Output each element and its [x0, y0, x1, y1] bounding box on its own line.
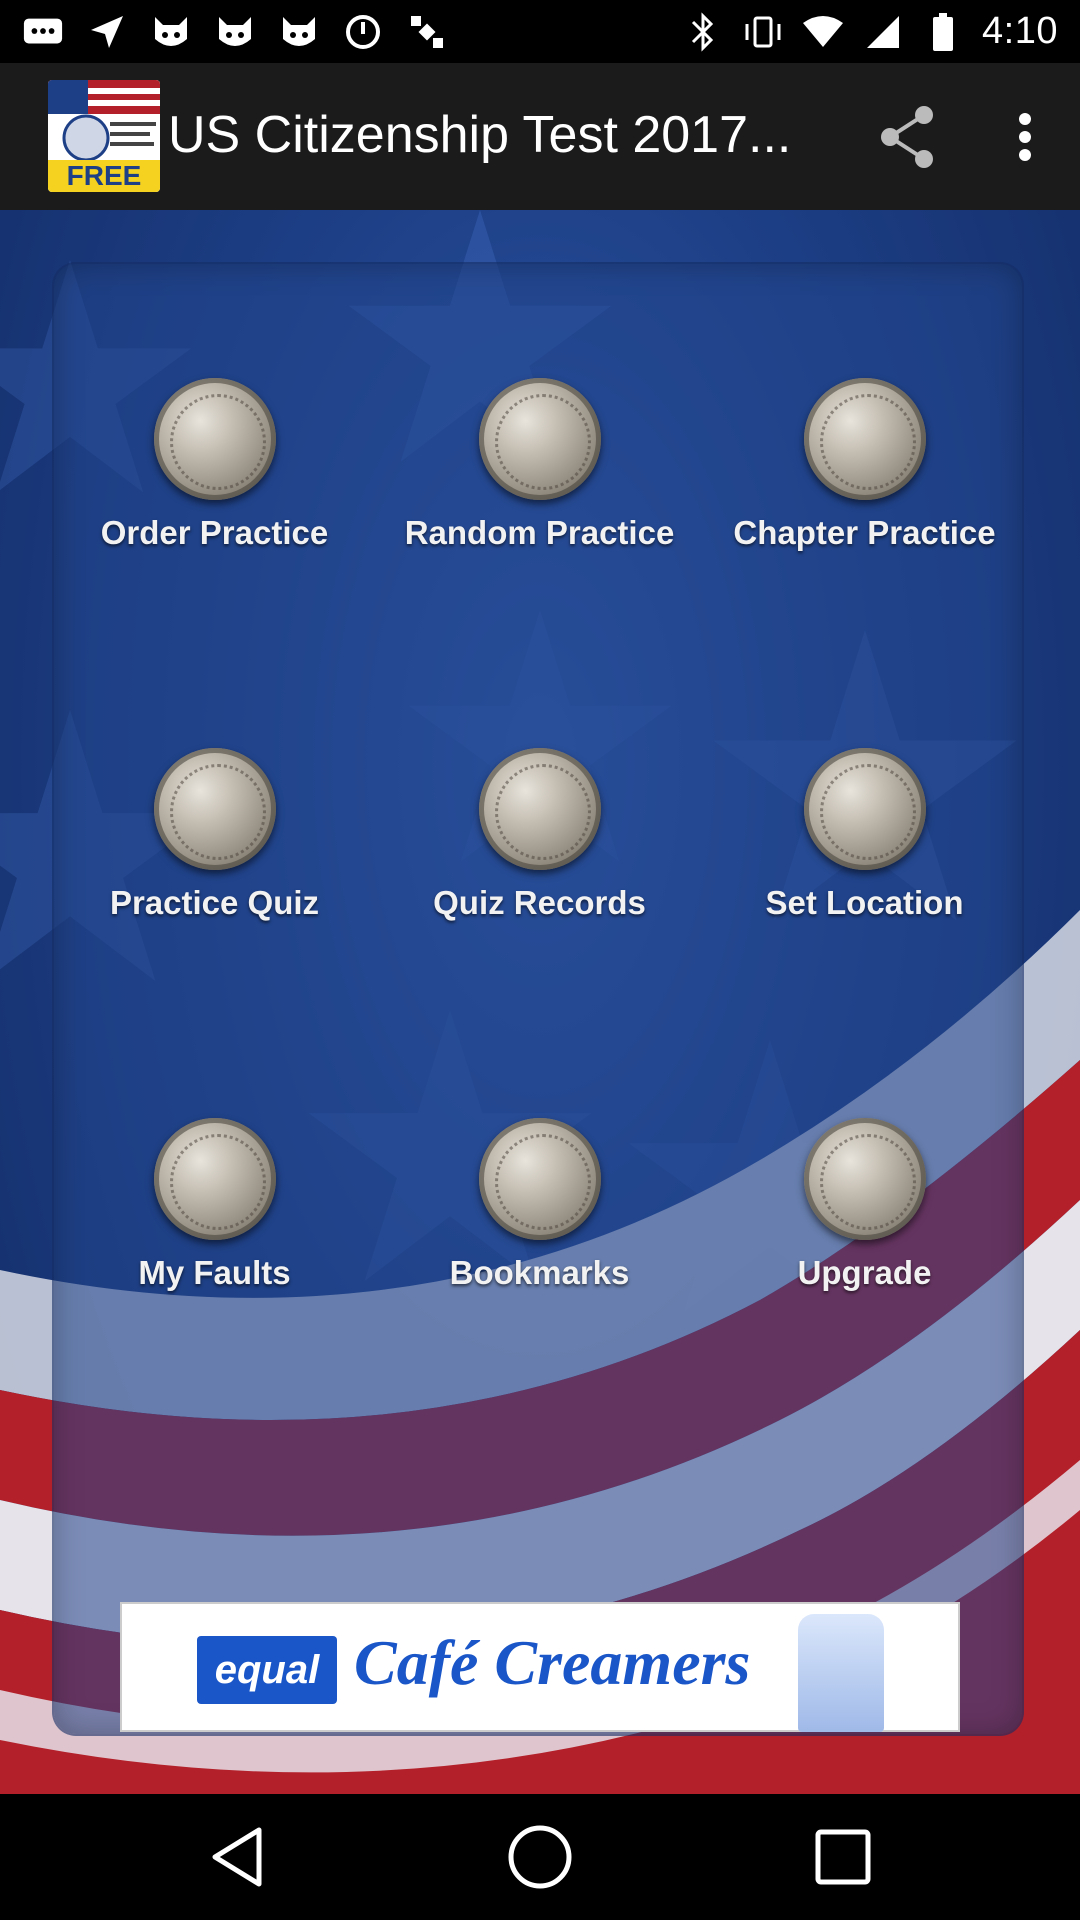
share-button[interactable] — [870, 99, 946, 175]
more-options-button[interactable] — [1000, 99, 1050, 175]
ad-product-image — [798, 1614, 884, 1732]
coin-icon — [153, 378, 276, 500]
menu-item-label: Quiz Records — [433, 884, 646, 921]
menu-item-practice-quiz[interactable]: Practice Quiz — [52, 748, 377, 978]
back-icon — [212, 1827, 262, 1887]
main-background: Order Practice Random Practice Chapter P… — [0, 210, 1080, 1794]
menu-item-label: Random Practice — [404, 514, 675, 551]
app-logo[interactable]: FREE — [48, 80, 160, 192]
menu-item-label: Set Location — [765, 884, 964, 921]
recents-icon — [815, 1829, 871, 1885]
menu-item-label: My Faults — [138, 1254, 291, 1291]
cat-icon — [214, 12, 256, 52]
sync-icon — [342, 12, 384, 52]
menu-item-label: Chapter Practice — [733, 514, 996, 551]
menu-item-label: Upgrade — [797, 1254, 932, 1291]
coin-icon — [478, 378, 601, 500]
cat-icon — [150, 12, 192, 52]
coin-icon — [153, 1118, 276, 1240]
back-button[interactable] — [202, 1822, 272, 1892]
wifi-icon — [802, 12, 844, 52]
menu-item-label: Practice Quiz — [109, 884, 320, 921]
clock: 4:10 — [982, 10, 1058, 52]
battery-icon — [922, 12, 964, 52]
cat-icon — [278, 12, 320, 52]
more-vert-icon — [1019, 113, 1031, 161]
coin-icon — [153, 748, 276, 870]
navigation-bar — [0, 1794, 1080, 1920]
home-button[interactable] — [505, 1822, 575, 1892]
ad-headline: Café Creamers — [354, 1627, 751, 1698]
vibrate-icon — [742, 12, 784, 52]
coin-icon — [478, 748, 601, 870]
notification-icons — [22, 12, 448, 52]
menu-item-my-faults[interactable]: My Faults — [52, 1118, 377, 1348]
coin-icon — [803, 378, 926, 500]
ad-brand-logo: equal — [197, 1636, 337, 1704]
ad-banner[interactable]: equal Café Creamers — [120, 1602, 960, 1732]
app-title: US Citizenship Test 2017... — [168, 106, 792, 164]
coin-icon — [803, 1118, 926, 1240]
menu-item-quiz-records[interactable]: Quiz Records — [377, 748, 702, 978]
message-icon — [22, 12, 64, 52]
menu-item-label: Bookmarks — [449, 1254, 630, 1291]
home-icon — [508, 1825, 572, 1889]
menu-item-upgrade[interactable]: Upgrade — [702, 1118, 1027, 1348]
menu-item-set-location[interactable]: Set Location — [702, 748, 1027, 978]
coin-icon — [478, 1118, 601, 1240]
menu-item-label: Order Practice — [100, 514, 329, 551]
system-icons: 4:10 — [682, 10, 1058, 53]
menu-item-bookmarks[interactable]: Bookmarks — [377, 1118, 702, 1348]
menu-item-random-practice[interactable]: Random Practice — [377, 378, 702, 608]
menu-item-chapter-practice[interactable]: Chapter Practice — [702, 378, 1027, 608]
navigation-icon — [86, 12, 128, 52]
menu-item-order-practice[interactable]: Order Practice — [52, 378, 377, 608]
satellite-icon — [406, 12, 448, 52]
recents-button[interactable] — [808, 1822, 878, 1892]
share-icon — [881, 106, 933, 168]
signal-icon — [862, 12, 904, 52]
status-bar: 4:10 — [0, 0, 1080, 63]
coin-icon — [803, 748, 926, 870]
logo-free-text: FREE — [66, 160, 142, 191]
app-bar: FREE US Citizenship Test 2017... — [0, 63, 1080, 210]
bluetooth-icon — [682, 11, 724, 52]
